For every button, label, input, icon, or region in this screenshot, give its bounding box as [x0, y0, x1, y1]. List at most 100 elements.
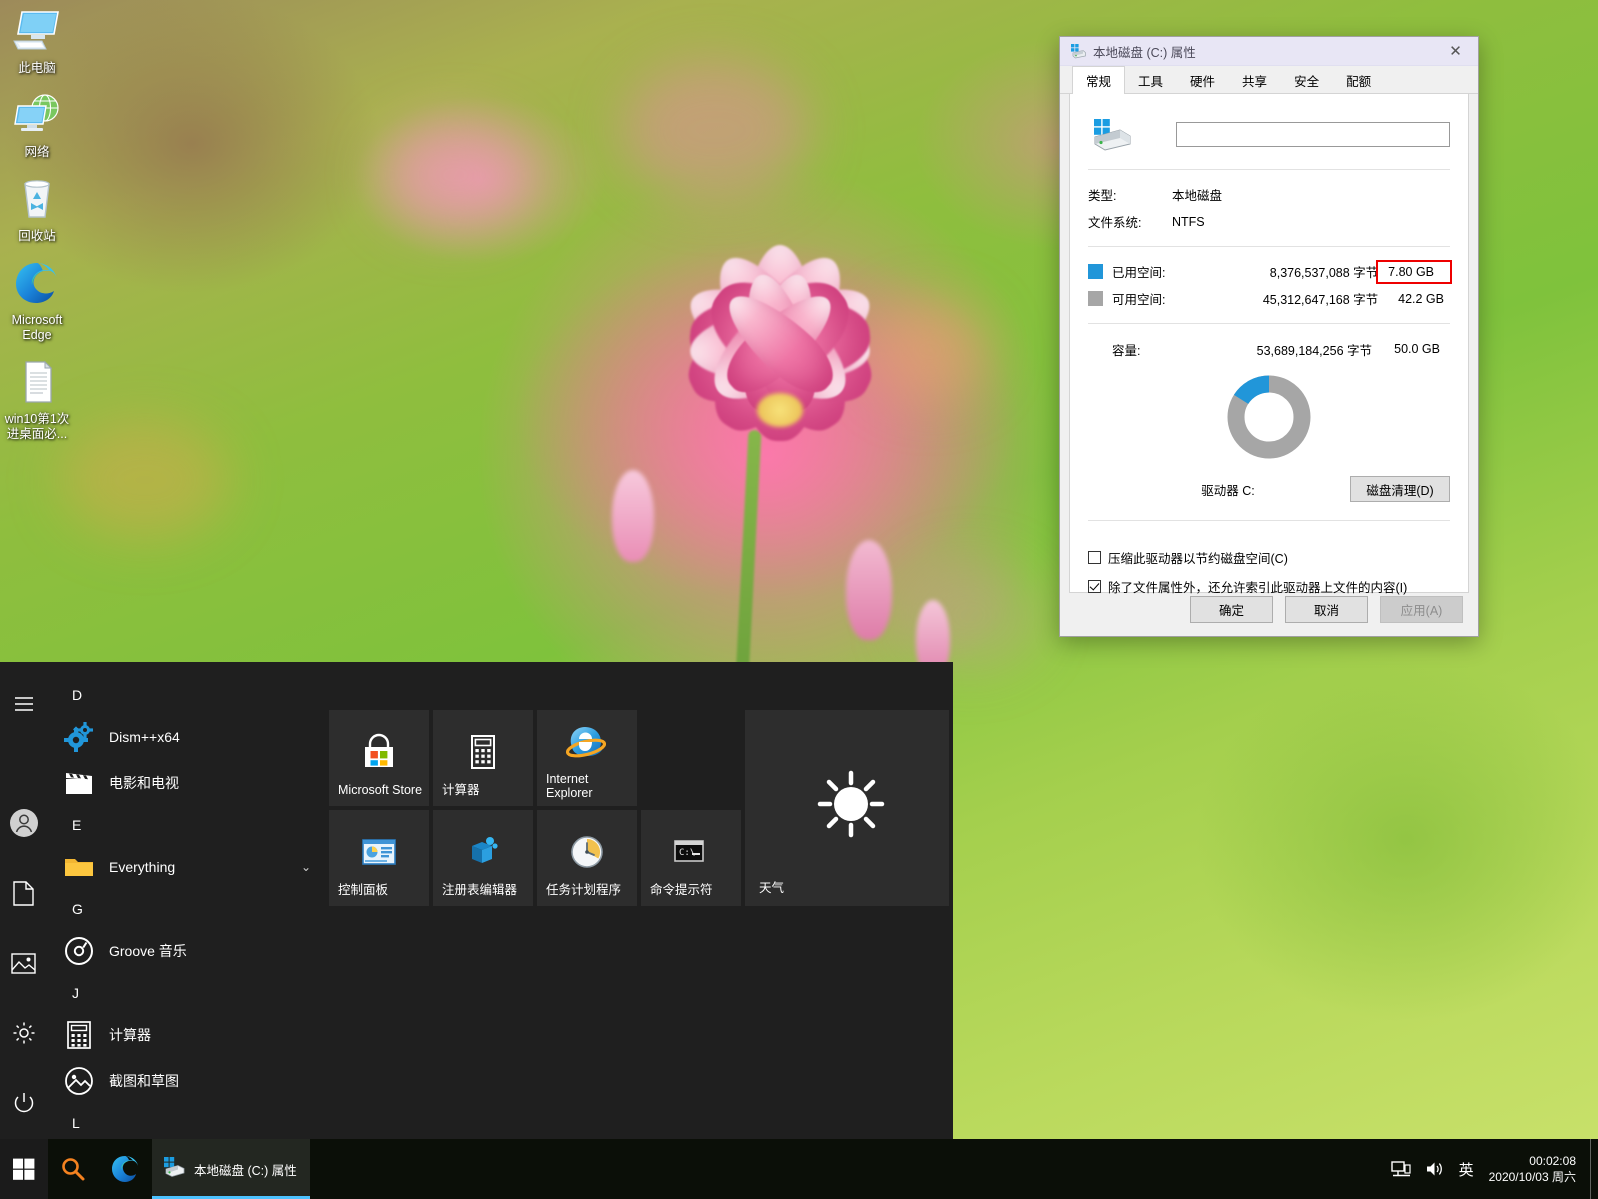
- app-item-dism[interactable]: Dism++x64: [47, 714, 319, 760]
- calculator-icon: [461, 730, 505, 774]
- tab-sharing[interactable]: 共享: [1228, 67, 1281, 93]
- ok-button[interactable]: 确定: [1190, 595, 1273, 623]
- drive-icon: [163, 1156, 185, 1183]
- app-label: Dism++x64: [109, 729, 180, 745]
- tile-weather[interactable]: 天气: [745, 710, 949, 906]
- start-menu: D Dism++x64 电影和电视 E Everything ⌄ G Groov…: [0, 662, 953, 1139]
- tile-label: 注册表编辑器: [442, 883, 518, 897]
- type-key: 类型:: [1088, 189, 1117, 203]
- used-space-bytes: 8,376,537,088 字节: [1269, 266, 1379, 280]
- documents-icon[interactable]: [0, 869, 47, 917]
- show-desktop-button[interactable]: [1590, 1139, 1598, 1199]
- divider: [1088, 169, 1450, 170]
- app-group-letter-l[interactable]: L: [47, 1104, 319, 1139]
- desktop-icon-label: Microsoft Edge: [11, 313, 63, 342]
- store-icon: [357, 730, 401, 774]
- tile-label: Microsoft Store: [338, 783, 423, 797]
- dialog-titlebar[interactable]: 本地磁盘 (C:) 属性 ✕: [1060, 37, 1478, 66]
- free-space-label: 可用空间:: [1112, 293, 1166, 307]
- app-group-letter-g[interactable]: G: [47, 890, 319, 928]
- tile-label: 计算器: [442, 783, 480, 797]
- app-group-letter-e[interactable]: E: [47, 806, 319, 844]
- compress-drive-checkbox[interactable]: [1088, 551, 1101, 564]
- volume-tray-icon[interactable]: [1418, 1139, 1452, 1199]
- chevron-down-icon[interactable]: ⌄: [293, 860, 319, 874]
- tab-general[interactable]: 常规: [1072, 66, 1126, 94]
- tile-label: 控制面板: [338, 883, 389, 897]
- tile-control-panel[interactable]: 控制面板: [329, 810, 429, 906]
- system-tray: 英 00:02:08 2020/10/03 周六: [1384, 1139, 1598, 1199]
- desktop-icon-label: 此电脑: [18, 61, 56, 75]
- divider: [1088, 246, 1450, 247]
- tab-hardware[interactable]: 硬件: [1176, 67, 1229, 93]
- taskbar: 本地磁盘 (C:) 属性 英 00:02:08 2020/10/03 周六: [0, 1139, 1598, 1199]
- snip-sketch-icon: [65, 1067, 93, 1095]
- app-item-movies-tv[interactable]: 电影和电视: [47, 760, 319, 806]
- drive-icon: [1070, 43, 1086, 59]
- power-icon[interactable]: [0, 1079, 47, 1127]
- tile-label: 命令提示符: [650, 883, 713, 897]
- desktop-icon-network[interactable]: 网络: [0, 92, 74, 160]
- gears-icon: [63, 721, 95, 753]
- start-button[interactable]: [0, 1139, 48, 1199]
- tile-command-prompt[interactable]: C:\ 命令提示符: [641, 810, 741, 906]
- desktop-icon-label: 回收站: [18, 229, 56, 243]
- settings-gear-icon[interactable]: [0, 1009, 47, 1057]
- divider: [1088, 323, 1450, 324]
- text-file-icon: [0, 359, 74, 409]
- divider: [1088, 520, 1450, 521]
- tile-task-scheduler[interactable]: 任务计划程序: [537, 810, 637, 906]
- taskbar-clock[interactable]: 00:02:08 2020/10/03 周六: [1481, 1139, 1590, 1199]
- tile-label: 任务计划程序: [546, 883, 622, 897]
- taskbar-task-local-disk-properties[interactable]: 本地磁盘 (C:) 属性: [152, 1139, 310, 1199]
- close-icon[interactable]: ✕: [1433, 37, 1478, 66]
- disk-cleanup-button[interactable]: 磁盘清理(D): [1350, 476, 1450, 502]
- app-group-letter-j[interactable]: J: [47, 974, 319, 1012]
- type-row: 类型: 本地磁盘: [1088, 181, 1450, 208]
- app-item-calculator[interactable]: 计算器: [47, 1012, 319, 1058]
- app-item-groove-music[interactable]: Groove 音乐: [47, 928, 319, 974]
- taskbar-edge-button[interactable]: [98, 1139, 152, 1199]
- user-avatar-icon[interactable]: [0, 799, 47, 847]
- ime-indicator[interactable]: 英: [1452, 1139, 1481, 1199]
- lotus-flower: [560, 239, 1000, 580]
- app-group-letter-d[interactable]: D: [47, 676, 319, 714]
- used-space-row: 已用空间: 8,376,537,088 字节 7.80 GB: [1088, 258, 1452, 285]
- compress-drive-row[interactable]: 压缩此驱动器以节约磁盘空间(C): [1088, 543, 1450, 572]
- control-panel-icon: [357, 830, 401, 874]
- groove-icon: [63, 935, 95, 967]
- tile-grid: Microsoft Store 计算器 Internet Explorer 控制…: [329, 710, 949, 930]
- apply-button[interactable]: 应用(A): [1380, 595, 1463, 623]
- tile-microsoft-store[interactable]: Microsoft Store: [329, 710, 429, 806]
- app-label: 截图和草图: [109, 1073, 179, 1089]
- app-item-snip-sketch[interactable]: 截图和草图: [47, 1058, 319, 1104]
- free-space-gb: 42.2 GB: [1398, 291, 1444, 306]
- app-label: 电影和电视: [109, 775, 179, 791]
- start-menu-app-list[interactable]: D Dism++x64 电影和电视 E Everything ⌄ G Groov…: [47, 662, 319, 1139]
- network-tray-icon[interactable]: [1384, 1139, 1418, 1199]
- used-space-gb-highlighted: 7.80 GB: [1376, 259, 1452, 284]
- tile-registry-editor[interactable]: 注册表编辑器: [433, 810, 533, 906]
- sun-icon: [812, 765, 885, 838]
- tile-internet-explorer[interactable]: Internet Explorer: [537, 710, 637, 806]
- disk-usage-donut-chart: [1088, 367, 1450, 467]
- edge-icon: [0, 260, 74, 310]
- desktop-icon-edge[interactable]: Microsoft Edge: [0, 260, 74, 343]
- tab-security[interactable]: 安全: [1280, 67, 1333, 93]
- app-label: Everything: [109, 859, 176, 875]
- tile-calculator[interactable]: 计算器: [433, 710, 533, 806]
- desktop-icon-recycle-bin[interactable]: 回收站: [0, 176, 74, 244]
- app-item-everything[interactable]: Everything ⌄: [47, 844, 319, 890]
- volume-label-input[interactable]: [1176, 121, 1450, 147]
- taskbar-task-label: 本地磁盘 (C:) 属性: [194, 1163, 297, 1178]
- hamburger-menu-icon[interactable]: [0, 680, 47, 728]
- tab-tools[interactable]: 工具: [1124, 67, 1177, 93]
- cancel-button[interactable]: 取消: [1285, 595, 1368, 623]
- drive-caption: 驱动器 C:: [1201, 483, 1255, 498]
- search-button[interactable]: [48, 1139, 98, 1199]
- desktop-icon-this-pc[interactable]: 此电脑: [0, 8, 74, 76]
- type-value: 本地磁盘: [1172, 189, 1223, 203]
- desktop-icon-text-file[interactable]: win10第1次进桌面必...: [0, 359, 74, 442]
- tab-quota[interactable]: 配额: [1332, 67, 1385, 93]
- pictures-icon[interactable]: [0, 939, 47, 987]
